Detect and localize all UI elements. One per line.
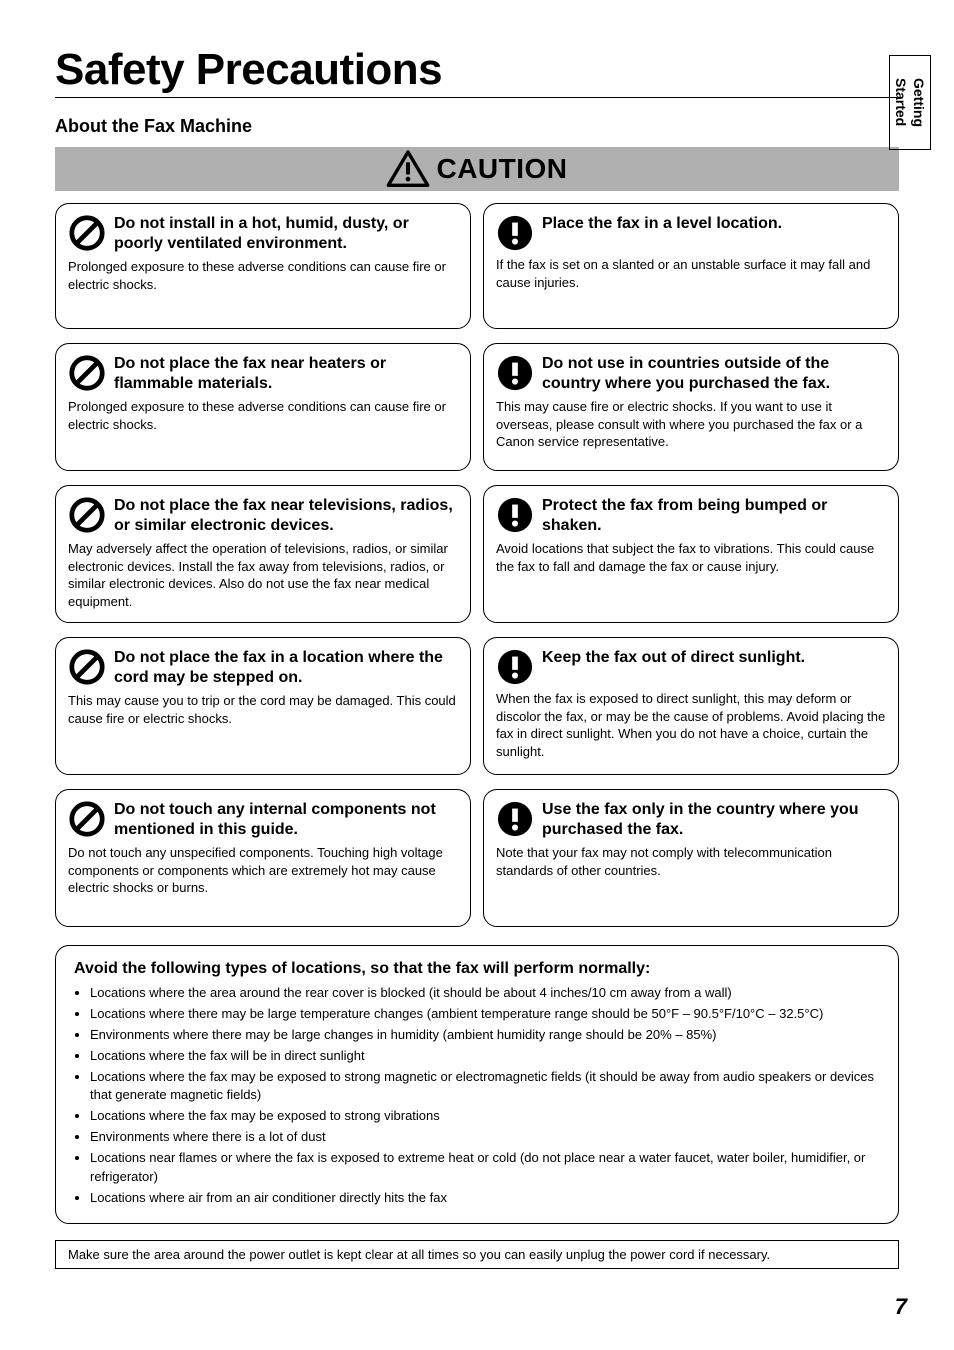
caution-card: Do not place the fax in a location where… bbox=[55, 637, 471, 775]
prohibit-icon bbox=[68, 648, 106, 686]
caution-bar: CAUTION bbox=[55, 147, 899, 191]
caution-card: Do not touch any internal components not… bbox=[55, 789, 471, 927]
page-number: 7 bbox=[895, 1294, 907, 1320]
caution-card: Do not place the fax near heaters or fla… bbox=[55, 343, 471, 471]
list-item: Environments where there is a lot of dus… bbox=[90, 1128, 880, 1147]
card-body: Avoid locations that subject the fax to … bbox=[496, 540, 886, 575]
list-item: Locations where there may be large tempe… bbox=[90, 1005, 880, 1024]
card-title: Place the fax in a level location. bbox=[542, 214, 782, 234]
mandatory-icon bbox=[496, 648, 534, 686]
card-title: Keep the fax out of direct sunlight. bbox=[542, 648, 805, 668]
page-title: Safety Precautions bbox=[55, 45, 899, 95]
list-item: Locations where air from an air conditio… bbox=[90, 1189, 880, 1208]
card-body: Prolonged exposure to these adverse cond… bbox=[68, 398, 458, 433]
prohibit-icon bbox=[68, 800, 106, 838]
caution-card: Do not use in countries outside of the c… bbox=[483, 343, 899, 471]
card-body: Note that your fax may not comply with t… bbox=[496, 844, 886, 879]
cards-grid: Do not install in a hot, humid, dusty, o… bbox=[55, 203, 899, 941]
prohibit-icon bbox=[68, 214, 106, 252]
card-body: When the fax is exposed to direct sunlig… bbox=[496, 690, 886, 760]
card-body: If the fax is set on a slanted or an uns… bbox=[496, 256, 886, 291]
mandatory-icon bbox=[496, 496, 534, 534]
list-item: Locations where the fax may be exposed t… bbox=[90, 1107, 880, 1126]
caution-label: CAUTION bbox=[436, 153, 567, 185]
card-title: Do not touch any internal components not… bbox=[114, 800, 458, 840]
card-body: Do not touch any unspecified components.… bbox=[68, 844, 458, 897]
card-title: Do not place the fax in a location where… bbox=[114, 648, 458, 688]
section-subhead: About the Fax Machine bbox=[55, 116, 899, 137]
card-title: Do not place the fax near heaters or fla… bbox=[114, 354, 458, 394]
mandatory-icon bbox=[496, 800, 534, 838]
list-item: Locations where the fax may be exposed t… bbox=[90, 1068, 880, 1106]
list-item: Locations near flames or where the fax i… bbox=[90, 1149, 880, 1187]
card-title: Use the fax only in the country where yo… bbox=[542, 800, 886, 840]
caution-card: Do not place the fax near televisions, r… bbox=[55, 485, 471, 623]
location-guidance-card: Avoid the following types of locations, … bbox=[55, 945, 899, 1224]
card-title: Do not use in countries outside of the c… bbox=[542, 354, 886, 394]
prohibit-icon bbox=[68, 354, 106, 392]
prohibit-icon bbox=[68, 496, 106, 534]
warning-triangle-icon bbox=[386, 150, 430, 188]
title-rule bbox=[55, 97, 899, 98]
list-item: Environments where there may be large ch… bbox=[90, 1026, 880, 1045]
card-title: Do not install in a hot, humid, dusty, o… bbox=[114, 214, 458, 254]
card-title: Do not place the fax near televisions, r… bbox=[114, 496, 458, 536]
wide-card-body: Locations where the area around the rear… bbox=[74, 984, 880, 1207]
caution-card: Use the fax only in the country where yo… bbox=[483, 789, 899, 927]
card-body: May adversely affect the operation of te… bbox=[68, 540, 458, 610]
list-item: Locations where the fax will be in direc… bbox=[90, 1047, 880, 1066]
card-body: Prolonged exposure to these adverse cond… bbox=[68, 258, 458, 293]
caution-card: Place the fax in a level location. If th… bbox=[483, 203, 899, 329]
card-body: This may cause fire or electric shocks. … bbox=[496, 398, 886, 451]
mandatory-icon bbox=[496, 354, 534, 392]
card-title: Protect the fax from being bumped or sha… bbox=[542, 496, 886, 536]
caution-card: Do not install in a hot, humid, dusty, o… bbox=[55, 203, 471, 329]
wide-card-heading: Avoid the following types of locations, … bbox=[74, 960, 880, 978]
mandatory-icon bbox=[496, 214, 534, 252]
card-body: This may cause you to trip or the cord m… bbox=[68, 692, 458, 727]
list-item: Locations where the area around the rear… bbox=[90, 984, 880, 1003]
footer-note: Make sure the area around the power outl… bbox=[55, 1240, 899, 1269]
side-tab: Getting Started bbox=[889, 55, 931, 150]
caution-card: Keep the fax out of direct sunlight. Whe… bbox=[483, 637, 899, 775]
caution-card: Protect the fax from being bumped or sha… bbox=[483, 485, 899, 623]
